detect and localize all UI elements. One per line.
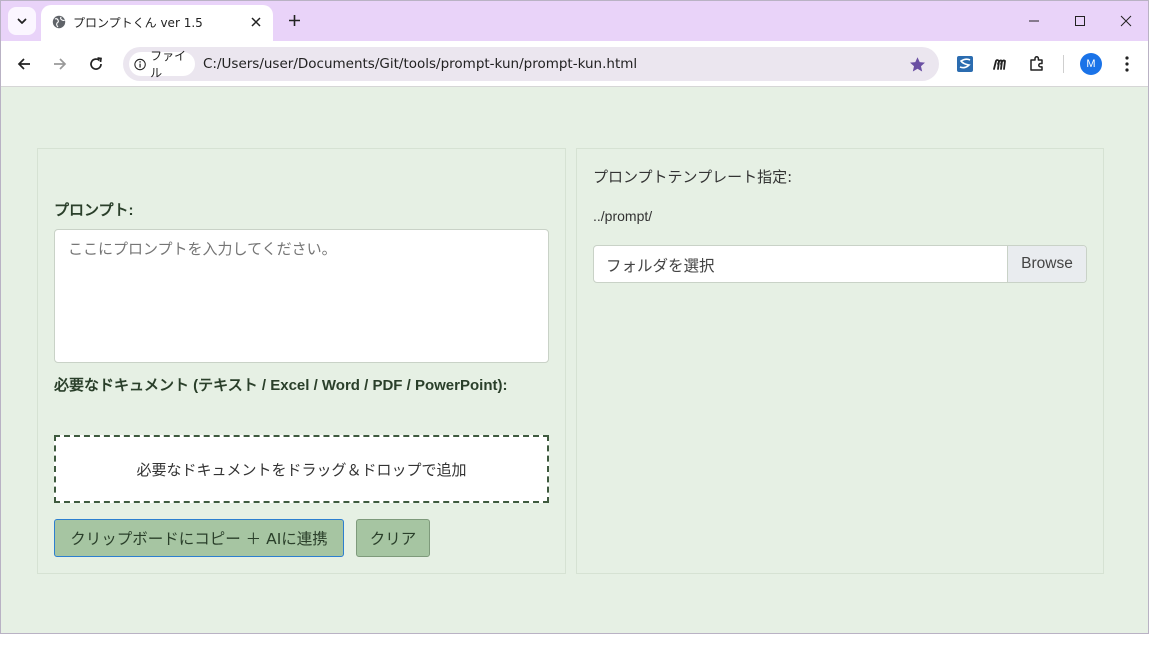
extensions-button[interactable]: [1025, 52, 1049, 76]
document-drop-zone[interactable]: 必要なドキュメントをドラッグ＆ドロップで追加: [54, 435, 549, 503]
tab-list-button[interactable]: [8, 7, 36, 35]
reload-icon: [90, 57, 102, 70]
browse-button[interactable]: Browse: [1007, 246, 1086, 282]
prompt-label: プロンプト:: [54, 202, 134, 219]
extension-m-icon: [993, 59, 1006, 70]
page-content: プロンプト: 必要なドキュメント (テキスト / Excel / Word / …: [1, 87, 1148, 633]
tab-title: プロンプトくん ver 1.5: [73, 16, 203, 30]
prompt-textarea[interactable]: [54, 229, 549, 363]
browser-menu-button[interactable]: [1115, 52, 1139, 76]
minimize-icon: [1029, 20, 1039, 22]
folder-select-text: フォルダを選択: [606, 257, 715, 275]
tab-close-button[interactable]: [247, 13, 265, 31]
puzzle-icon: [1030, 56, 1043, 71]
back-button[interactable]: [10, 50, 38, 78]
info-icon: [134, 58, 146, 70]
prompt-panel: プロンプト: 必要なドキュメント (テキスト / Excel / Word / …: [37, 148, 566, 574]
window-close-button[interactable]: [1103, 1, 1148, 41]
forward-icon: [54, 58, 67, 70]
extension-s-button[interactable]: [953, 52, 977, 76]
template-panel: プロンプトテンプレート指定: ../prompt/ フォルダを選択 Browse: [576, 148, 1104, 574]
clear-button[interactable]: クリア: [356, 519, 430, 557]
minimize-button[interactable]: [1011, 1, 1057, 41]
star-icon: [909, 56, 925, 71]
copy-to-clipboard-button[interactable]: クリップボードにコピー ＋ AIに連携: [54, 519, 344, 557]
plus-icon: [288, 14, 300, 26]
template-path: ../prompt/: [593, 208, 653, 224]
browser-window: プロンプトくん ver 1.5 ファイル C:/Users/user/Docum…: [0, 0, 1149, 634]
profile-avatar[interactable]: M: [1080, 53, 1102, 75]
tab-strip: プロンプトくん ver 1.5: [1, 1, 1148, 41]
tab-list-icon: [17, 18, 27, 24]
site-info-chip[interactable]: ファイル: [129, 49, 195, 80]
window-close-icon: [1120, 15, 1132, 27]
drop-zone-text: 必要なドキュメントをドラッグ＆ドロップで追加: [136, 460, 467, 479]
back-icon: [17, 58, 30, 70]
close-icon: [251, 17, 261, 27]
maximize-icon: [1075, 16, 1085, 26]
forward-button[interactable]: [46, 50, 74, 78]
new-tab-button[interactable]: [283, 9, 305, 31]
site-info-label: ファイル: [150, 49, 187, 80]
template-label: プロンプトテンプレート指定:: [593, 168, 793, 186]
folder-select-input[interactable]: フォルダを選択 Browse: [593, 245, 1087, 283]
bookmark-button[interactable]: [907, 54, 927, 74]
address-bar[interactable]: ファイル C:/Users/user/Documents/Git/tools/p…: [123, 47, 939, 81]
documents-label: 必要なドキュメント (テキスト / Excel / Word / PDF / P…: [54, 377, 508, 394]
url-text[interactable]: C:/Users/user/Documents/Git/tools/prompt…: [203, 56, 637, 72]
active-tab[interactable]: プロンプトくん ver 1.5: [41, 5, 273, 41]
toolbar-separator: [1063, 55, 1064, 73]
extension-s-icon: [957, 56, 973, 72]
globe-icon: [52, 15, 66, 29]
maximize-button[interactable]: [1057, 1, 1103, 41]
reload-button[interactable]: [82, 50, 110, 78]
more-vert-icon: [1125, 56, 1129, 72]
browser-toolbar: ファイル C:/Users/user/Documents/Git/tools/p…: [1, 41, 1148, 87]
extension-m-button[interactable]: [989, 52, 1013, 76]
